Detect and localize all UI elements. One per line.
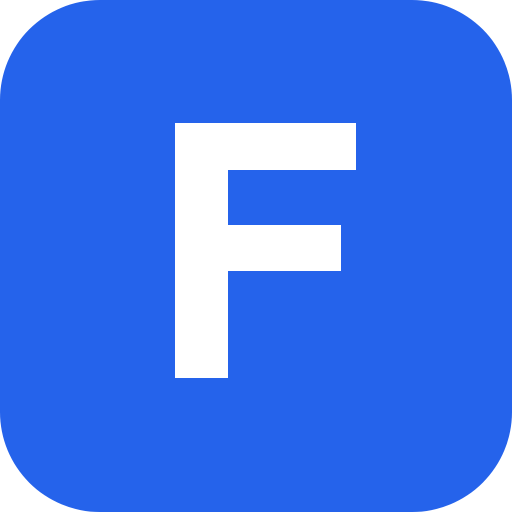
letter-f-glyph: F — [175, 123, 356, 378]
app-icon[interactable]: F — [0, 0, 512, 512]
canvas: F — [0, 0, 512, 512]
letter-f-shape — [175, 123, 356, 378]
